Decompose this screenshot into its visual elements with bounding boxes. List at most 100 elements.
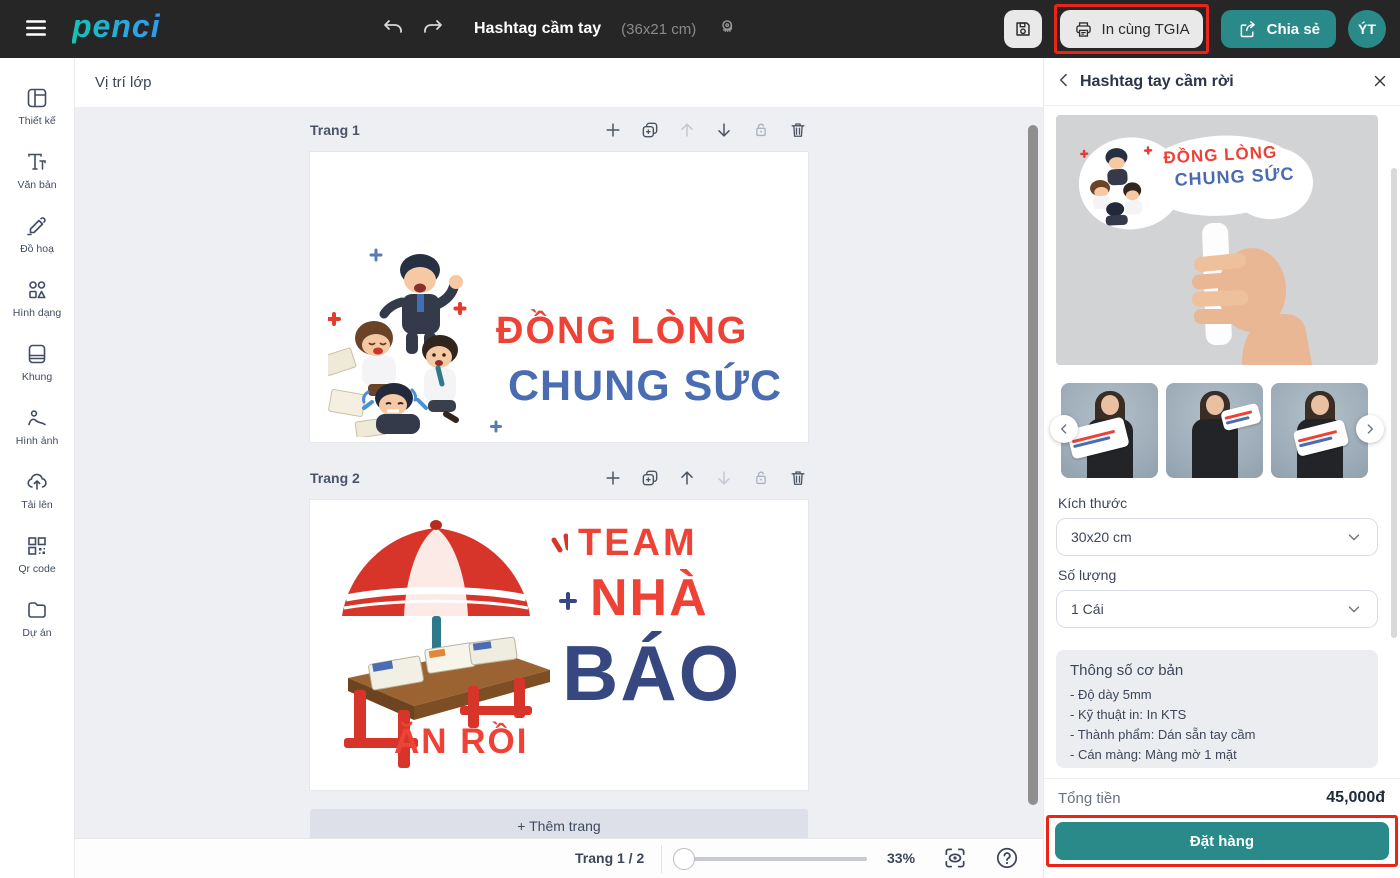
lock-open-icon bbox=[751, 468, 771, 488]
sidebar-item-text[interactable]: Văn bản bbox=[0, 138, 75, 202]
plus-icon bbox=[603, 120, 623, 140]
design-page-2[interactable]: TEAM NHÀ BÁO ĂN RỒI bbox=[310, 500, 808, 790]
help-button[interactable] bbox=[993, 845, 1021, 873]
penci-logo: penci bbox=[72, 8, 161, 45]
page2-text-anroi[interactable]: ĂN RỒI bbox=[394, 722, 529, 762]
highlight-box-print-button: In cùng TGIA bbox=[1054, 4, 1209, 54]
sidebar-item-frames[interactable]: Khung bbox=[0, 330, 75, 394]
sidebar-item-shapes[interactable]: Hình dạng bbox=[0, 266, 75, 330]
product-panel-header: Hashtag tay cầm rời bbox=[1044, 58, 1400, 106]
save-button[interactable] bbox=[1004, 10, 1042, 48]
sidebar-item-uploads[interactable]: Tải lên bbox=[0, 458, 75, 522]
lock-page-button[interactable] bbox=[751, 120, 771, 140]
page2-label: Trang 2 bbox=[310, 470, 360, 486]
chevron-down-icon bbox=[1345, 528, 1363, 546]
move-page-up-button[interactable] bbox=[677, 120, 697, 140]
image-icon bbox=[25, 406, 49, 430]
move-page-up-button[interactable] bbox=[677, 468, 697, 488]
canvas-area[interactable]: Trang 1 bbox=[75, 108, 1043, 838]
upload-cloud-icon bbox=[25, 470, 49, 494]
plus-icon bbox=[603, 468, 623, 488]
page1-illustration bbox=[328, 242, 513, 437]
editor-main: Vị trí lớp Trang 1 bbox=[75, 58, 1043, 878]
document-size: (36x21 cm) bbox=[621, 21, 696, 38]
page2-text-team[interactable]: TEAM bbox=[578, 522, 698, 565]
sidebar-item-label: Hình dạng bbox=[13, 307, 61, 319]
sidebar-item-images[interactable]: Hình ảnh bbox=[0, 394, 75, 458]
back-button[interactable] bbox=[1052, 70, 1076, 94]
size-select[interactable]: 30x20 cm bbox=[1056, 518, 1378, 556]
add-page-icon-button[interactable] bbox=[603, 468, 623, 488]
canvas-scrollbar[interactable] bbox=[1028, 125, 1038, 805]
undo-icon bbox=[381, 16, 405, 40]
product-preview-image[interactable]: ĐỒNG LÒNG CHUNG SỨC bbox=[1056, 115, 1378, 365]
panel-scrollbar[interactable] bbox=[1391, 168, 1397, 638]
question-icon bbox=[994, 845, 1020, 871]
close-panel-button[interactable] bbox=[1368, 70, 1392, 94]
redo-button[interactable] bbox=[420, 16, 446, 42]
model-face bbox=[1101, 395, 1119, 415]
page1-toolbar-row: Trang 1 bbox=[310, 116, 808, 144]
delete-page-button[interactable] bbox=[788, 468, 808, 488]
duplicate-icon bbox=[640, 120, 660, 140]
sidebar-item-qrcode[interactable]: Qr code bbox=[0, 522, 75, 586]
redo-icon bbox=[421, 16, 445, 40]
product-thumbnail-2[interactable] bbox=[1166, 383, 1263, 478]
product-panel: Hashtag tay cầm rời bbox=[1043, 58, 1400, 878]
spec-line: - Thành phẩm: Dán sẵn tay cầm bbox=[1070, 725, 1364, 745]
page1-text-line2[interactable]: CHUNG SỨC bbox=[508, 362, 782, 411]
size-label: Kích thước bbox=[1058, 495, 1127, 511]
sidebar-item-design[interactable]: Thiết kế bbox=[0, 74, 75, 138]
sidebar-item-label: Qr code bbox=[18, 563, 55, 575]
chevron-left-icon bbox=[1054, 70, 1074, 90]
app-root: penci Hashtag cầm tay (36x21 cm) In cùng… bbox=[0, 0, 1400, 878]
quantity-select-value: 1 Cái bbox=[1071, 601, 1104, 617]
pen-icon bbox=[25, 214, 49, 238]
undo-button[interactable] bbox=[380, 16, 406, 42]
order-button[interactable]: Đặt hàng bbox=[1055, 822, 1389, 860]
sidebar-item-graphics[interactable]: Đồ hoạ bbox=[0, 202, 75, 266]
document-title[interactable]: Hashtag cầm tay bbox=[474, 20, 601, 38]
preview-button[interactable] bbox=[941, 845, 969, 873]
share-button-label: Chia sẻ bbox=[1267, 21, 1320, 38]
add-page-icon-button[interactable] bbox=[603, 120, 623, 140]
user-avatar[interactable]: ÝT bbox=[1348, 10, 1386, 48]
add-page-button[interactable]: + Thêm trang bbox=[310, 809, 808, 838]
qr-code-icon bbox=[25, 534, 49, 558]
carousel-next-button[interactable] bbox=[1356, 415, 1384, 443]
hamburger-icon bbox=[23, 15, 49, 41]
page2-text-bao[interactable]: BÁO bbox=[562, 628, 741, 719]
chevron-down-icon bbox=[1345, 600, 1363, 618]
delete-page-button[interactable] bbox=[788, 120, 808, 140]
move-page-down-button[interactable] bbox=[714, 120, 734, 140]
duplicate-page-button[interactable] bbox=[640, 120, 660, 140]
move-page-down-button[interactable] bbox=[714, 468, 734, 488]
page1-text-line1[interactable]: ĐỒNG LÒNG bbox=[496, 310, 748, 353]
menu-button[interactable] bbox=[22, 15, 50, 43]
print-with-tgia-button[interactable]: In cùng TGIA bbox=[1060, 10, 1203, 48]
zoom-slider-track[interactable] bbox=[681, 857, 867, 861]
sidebar-item-projects[interactable]: Dự án bbox=[0, 586, 75, 650]
sidebar-item-label: Tải lên bbox=[21, 499, 53, 511]
design-page-1[interactable]: ĐỒNG LÒNG CHUNG SỨC bbox=[310, 152, 808, 442]
zoom-slider-handle[interactable] bbox=[673, 848, 695, 870]
sidebar-item-label: Thiết kế bbox=[18, 115, 55, 127]
folder-icon bbox=[25, 598, 49, 622]
layers-header: Vị trí lớp bbox=[75, 58, 1043, 108]
lock-page-button[interactable] bbox=[751, 468, 771, 488]
order-footer: Tổng tiền 45,000đ Đặt hàng bbox=[1044, 778, 1400, 867]
product-thumbnails bbox=[1061, 383, 1373, 478]
page2-text-nha[interactable]: NHÀ bbox=[590, 568, 709, 628]
chevron-left-icon bbox=[1056, 421, 1072, 437]
printer-icon bbox=[1073, 19, 1094, 40]
duplicate-page-button[interactable] bbox=[640, 468, 660, 488]
carousel-prev-button[interactable] bbox=[1050, 415, 1078, 443]
product-title: Hashtag tay cầm rời bbox=[1080, 73, 1234, 91]
total-label: Tổng tiền bbox=[1058, 790, 1121, 807]
product-thumbnail-3[interactable] bbox=[1271, 383, 1368, 478]
quantity-select[interactable]: 1 Cái bbox=[1056, 590, 1378, 628]
resize-ruler-icon[interactable] bbox=[718, 16, 740, 43]
share-button[interactable]: Chia sẻ bbox=[1221, 10, 1336, 48]
spec-line: - Kỹ thuật in: In KTS bbox=[1070, 705, 1364, 725]
divider bbox=[661, 845, 662, 873]
